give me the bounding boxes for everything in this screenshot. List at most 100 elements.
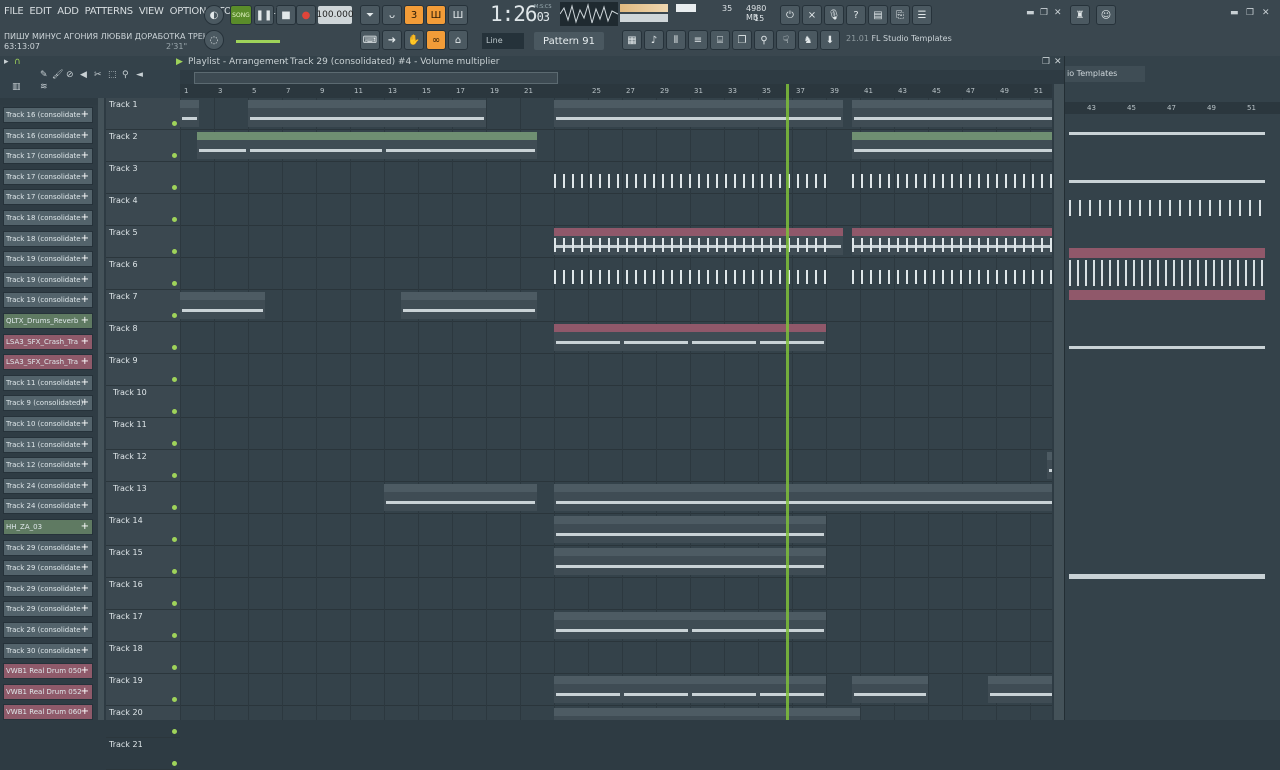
track-header[interactable]: Track 5 [106,226,180,258]
plus-icon[interactable]: + [81,129,89,143]
picker-item[interactable]: Track 19 (consolidate + [3,251,93,268]
picker-item[interactable]: Track 29 (consolidate + [3,560,93,577]
plus-icon[interactable]: + [81,376,89,390]
download-icon[interactable]: ⬇ [820,30,840,50]
master-volume-knob[interactable]: ◌ [204,30,224,50]
picker-item[interactable]: VWB1 Real Drum 050 + [3,663,93,680]
picker-item[interactable]: Track 17 (consolidate + [3,189,93,206]
plus-icon[interactable]: + [81,232,89,246]
track-mute-led[interactable] [172,665,177,670]
delete-tool-icon[interactable]: ⊘ [66,70,74,80]
track-header[interactable]: Track 2 [106,130,180,162]
track-header[interactable]: Track 9 [106,354,180,386]
pattern-selector[interactable]: Pattern 91 [534,32,604,50]
track-mute-led[interactable] [172,249,177,254]
track-header[interactable]: Track 4 [106,194,180,226]
track-mute-led[interactable] [172,153,177,158]
select-tool-icon[interactable]: ⬚ [108,70,117,80]
side-close-icon[interactable]: ✕ [1262,8,1270,18]
track-mute-led[interactable] [172,217,177,222]
track-mute-led[interactable] [172,185,177,190]
picker-item[interactable]: Track 16 (consolidate + [3,107,93,123]
plus-icon[interactable]: + [81,417,89,431]
track-header[interactable]: Track 17 [106,610,180,642]
plugin-icon[interactable]: ⚲ [754,30,774,50]
playlist-clip[interactable]: P2002_..1_crash [758,676,826,703]
playlist-clip[interactable]: Track 3 (consolidated) [248,100,486,127]
playlist-clip[interactable]: Track 11 (consolidated) #3 [554,484,1052,511]
plus-icon[interactable]: + [81,541,89,555]
track-mute-led[interactable] [172,281,177,286]
plus-icon[interactable]: + [81,355,89,369]
mixer-view-icon[interactable]: ≡ [688,30,708,50]
plus-icon[interactable]: + [81,664,89,678]
track-mute-led[interactable] [172,121,177,126]
step-edit-icon[interactable]: Ш [426,5,446,25]
menu-arrow-icon[interactable]: ▸ [4,57,9,67]
track-mute-led[interactable] [172,505,177,510]
picker-scrollbar[interactable] [98,98,104,720]
playlist-clip[interactable]: 90_Shakers_3 [690,324,758,351]
track-mute-led[interactable] [172,473,177,478]
panic-icon[interactable]: ⏻ [780,5,800,25]
picker-item[interactable]: Track 16 (consolidate + [3,127,93,144]
picker-item[interactable]: Track 29 (consolidate + [3,580,93,597]
picker-item[interactable]: Track 11 (consolidate + [3,436,93,453]
master-pitch-knob[interactable]: ◐ [204,5,224,25]
close-icon[interactable]: ✕ [1054,8,1062,18]
track-header[interactable]: Track 18 [106,642,180,674]
playlist-clip[interactable]: Track 2 (consolidated) [554,100,843,127]
snap-select[interactable]: Line [482,33,524,49]
playlist-clip[interactable]: AWA_120_labtension_C [384,132,537,159]
microphone-icon[interactable]: 🎙 [824,5,844,25]
picker-item[interactable]: Track 18 (consolidate + [3,210,93,226]
picker-item[interactable]: HH_ZA_03 + [3,519,93,535]
track-header[interactable]: Track 13 [106,482,180,514]
song-mode-button[interactable]: SONG [230,5,252,25]
metronome-icon[interactable]: ⏷ [360,5,380,25]
mixer-icon[interactable]: ⨯ [802,5,822,25]
playlist-clip[interactable]: Track 13 (consolidated) [554,612,690,639]
track-header[interactable]: Track 15 [106,546,180,578]
track-header[interactable]: Track 20 [106,706,180,738]
play-tool-icon[interactable]: ◄ [136,70,143,80]
master-volume-slider[interactable] [236,40,280,43]
plus-icon[interactable]: + [81,685,89,699]
picker-item[interactable]: Track 29 (consolidate + [3,601,93,618]
plus-icon[interactable]: + [81,170,89,184]
menu-file[interactable]: FILE [4,6,24,17]
playlist-restore-icon[interactable]: ❐ [1042,57,1050,67]
channel-rack-icon[interactable]: ⦀ [666,30,686,50]
typing-keyboard-icon[interactable]: ⌨ [360,30,380,50]
track-mute-led[interactable] [172,345,177,350]
track-mute-led[interactable] [172,441,177,446]
track-header[interactable]: Track 12 [106,450,180,482]
plus-icon[interactable]: + [81,273,89,287]
picker-item[interactable]: LSA3_SFX_Crash_Tra + [3,333,93,350]
track-mute-led[interactable] [172,601,177,606]
playlist-clip[interactable]: P2002_R_1_crash [851,676,928,703]
plus-icon[interactable]: + [81,561,89,575]
track-header[interactable]: Track 21 [106,738,180,770]
plus-icon[interactable]: + [81,314,89,328]
picker-item[interactable]: LSA3_SFX_Crash_Tra + [3,354,93,371]
magnet-icon[interactable]: ∩ [14,57,21,67]
menu-edit[interactable]: EDIT [29,6,51,17]
plus-icon[interactable]: + [81,582,89,596]
export-icon[interactable]: ⎘ [890,5,910,25]
plugin-picker-icon[interactable]: ❐ [732,30,752,50]
plus-icon[interactable]: + [81,499,89,513]
track-mute-led[interactable] [172,409,177,414]
picker-item[interactable]: VWB1 Real Drum 052 + [3,683,93,700]
playlist-clip[interactable] [851,132,1052,159]
side-restore-icon[interactable]: ❐ [1246,8,1254,18]
playlist-clip[interactable]: P2002_..1_crash [690,676,758,703]
picker-item[interactable]: Track 24 (consolidate + [3,477,93,494]
playlist-clip[interactable]: Track 3 (consolidated) [851,100,1052,127]
blend-notes-icon[interactable]: ✋ [404,30,424,50]
playlist-clip[interactable] [1047,452,1052,479]
track-header[interactable]: Track 10 [106,386,180,418]
stamp-icon[interactable]: ⌂ [448,30,468,50]
menu-view[interactable]: VIEW [139,6,164,17]
plus-icon[interactable]: + [81,293,89,307]
